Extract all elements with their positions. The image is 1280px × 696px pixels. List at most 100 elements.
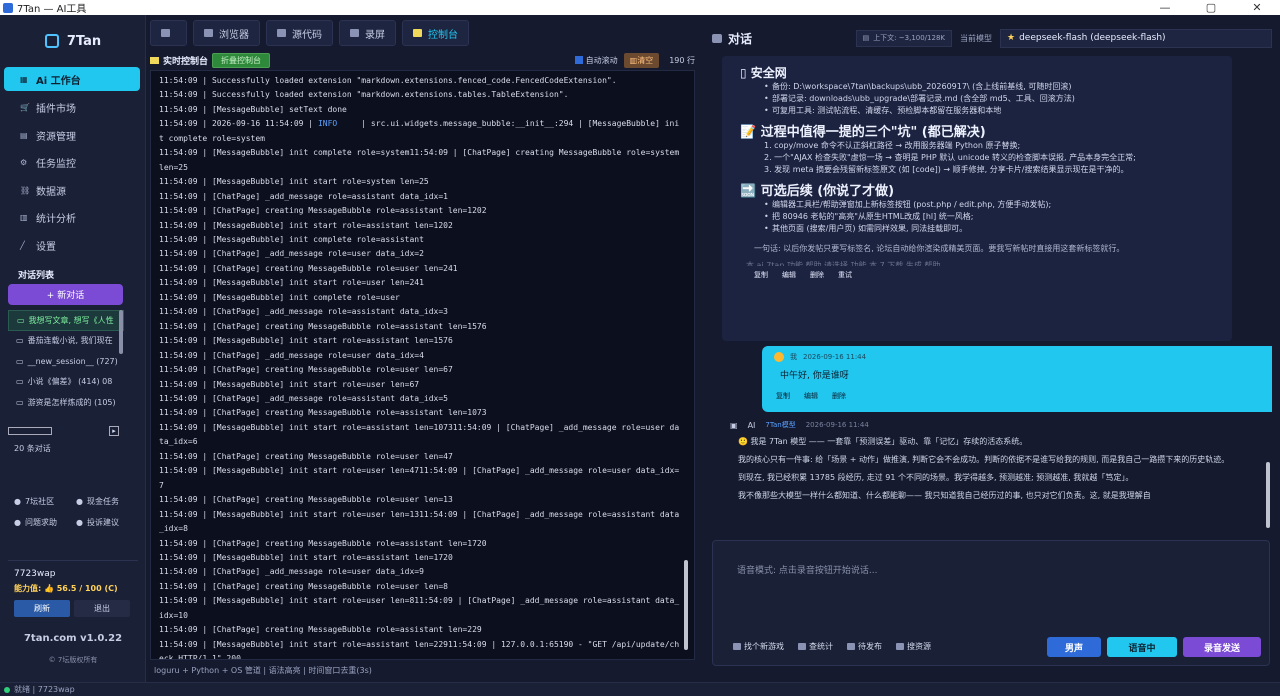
workbench-icon: ▦ xyxy=(20,74,28,84)
conversation-scrollbar[interactable] xyxy=(119,310,123,354)
nav-item-task-monitor[interactable]: ⚙ 任务监控 xyxy=(4,149,140,177)
conversation-count: 20 条对话 xyxy=(14,444,51,453)
tab-console[interactable]: 控制台 xyxy=(402,20,469,46)
sender-name: 我 xyxy=(790,353,797,361)
nav-item-settings[interactable]: ╱ 设置 xyxy=(4,232,140,260)
tab-panel-toggle[interactable] xyxy=(150,20,187,46)
code-icon xyxy=(277,29,286,37)
user-panel: 7723wap 能力值: 👍 56.5 / 100 (C) 刷新 退出 xyxy=(8,560,138,617)
log-line: 11:54:09 | [ChatPage] creating MessageBu… xyxy=(159,581,448,591)
brand-name: 7Tan xyxy=(66,33,102,49)
message-actions: 复制 编辑 删除 重试 xyxy=(740,270,1224,280)
autoscroll-checkbox[interactable]: 自动滚动 xyxy=(574,55,618,66)
log-line: 11:54:09 | [MessageBubble] init start ro… xyxy=(159,220,453,230)
log-line: 11:54:09 | [MessageBubble] init start ro… xyxy=(159,422,680,447)
new-chat-button[interactable]: + 新对话 xyxy=(8,284,123,305)
link-community[interactable]: ● 7坛社区 xyxy=(14,496,76,507)
console-log[interactable]: 11:54:09 | Successfully loaded extension… xyxy=(150,70,695,660)
link-feedback[interactable]: ● 投诉建议 xyxy=(76,517,138,528)
trash-icon: ▥ xyxy=(629,55,638,65)
nav-label: 资源管理 xyxy=(36,131,76,143)
log-line: 11:54:09 | [MessageBubble] init start ro… xyxy=(159,336,453,346)
conversation-item[interactable]: ▭ 我想写文章, 想写《人性 xyxy=(8,310,124,331)
tab-browser[interactable]: 浏览器 xyxy=(193,20,260,46)
community-icon: ● xyxy=(14,497,21,506)
fold-console-button[interactable]: 折叠控制台 xyxy=(212,52,271,68)
username: 7723wap xyxy=(14,569,56,579)
nav-label: Ai 工作台 xyxy=(36,75,81,87)
tool-search-resource[interactable]: 搜资源 xyxy=(896,641,931,652)
robot-icon xyxy=(44,34,59,48)
message-text: 中午好, 你是谁呀 xyxy=(780,371,849,381)
globe-icon xyxy=(204,29,213,37)
conversation-item[interactable]: ▭ 小说《偏差》 (414) 08 xyxy=(8,372,124,393)
copy-button[interactable]: 复制 xyxy=(754,270,768,280)
close-button[interactable]: ✕ xyxy=(1234,1,1280,14)
scroll-right-icon[interactable]: ▸ xyxy=(109,426,119,436)
link-cash-task[interactable]: ● 现金任务 xyxy=(76,496,138,507)
delete-button[interactable]: 删除 xyxy=(810,270,824,280)
chat-bubble-icon: ▭ xyxy=(16,397,24,407)
link-help[interactable]: ● 问题求助 xyxy=(14,517,76,528)
chat-scrollbar[interactable] xyxy=(1266,462,1270,528)
help-icon: ● xyxy=(14,518,21,527)
log-line: 11:54:09 | [ChatPage] creating MessageBu… xyxy=(159,538,487,548)
male-voice-button[interactable]: 男声 xyxy=(1047,637,1101,657)
console-title: 实时控制台 xyxy=(150,54,208,67)
star-icon: ★ xyxy=(1007,33,1016,43)
list-item: 把 80946 老帖的"高亮"从原生HTML改成 [hl] 统一风格; xyxy=(740,211,1224,223)
record-send-button[interactable]: 录音发送 xyxy=(1183,637,1261,657)
voice-mode-button[interactable]: 语音中 xyxy=(1107,637,1177,657)
console-scrollbar[interactable] xyxy=(684,560,688,650)
nav-item-resource-manager[interactable]: ▤ 资源管理 xyxy=(4,122,140,150)
model-label: 当前模型 xyxy=(960,33,992,43)
log-line: 11:54:09 | [ChatPage] _add_message role=… xyxy=(159,307,448,317)
nav-label: 统计分析 xyxy=(36,214,76,226)
coin-icon: ● xyxy=(76,497,83,506)
conversation-list: ▭ 我想写文章, 想写《人性 ▭ 番茄连载小说, 我们现在 ▭ __new_sessi… xyxy=(8,310,124,413)
maximize-button[interactable]: ▢ xyxy=(1188,1,1234,14)
nav-item-ai-workbench[interactable]: ▦ Ai 工作台 xyxy=(4,67,140,91)
log-line: 11:54:09 | [ChatPage] _add_message role=… xyxy=(159,350,424,360)
chat-messages[interactable]: ▯ 安全网 备份: D:\workspace\7tan\backups\ubb_… xyxy=(712,56,1272,536)
conversation-item[interactable]: ▭ 番茄连载小说, 我们现在 xyxy=(8,331,124,352)
tab-screen-record[interactable]: 录屏 xyxy=(339,20,396,46)
edit-button[interactable]: 编辑 xyxy=(782,270,796,280)
chart-icon: ▥ xyxy=(20,213,28,223)
minimize-button[interactable]: — xyxy=(1142,1,1188,14)
tool-find-game[interactable]: 找个新游戏 xyxy=(733,641,784,652)
nav-item-data-source[interactable]: ⛓ 数据源 xyxy=(4,177,140,205)
log-line: 11:54:09 | [ChatPage] _add_message role=… xyxy=(159,567,424,577)
chat-bubble-icon: ▭ xyxy=(16,377,24,387)
log-line: 11:54:09 | [MessageBubble] init start ro… xyxy=(159,278,424,288)
message-meta: 我 2026-09-16 11:44 xyxy=(774,352,1272,362)
refresh-button[interactable]: 刷新 xyxy=(14,600,70,617)
model-select[interactable]: ★ deepseek-flash (deepseek-flash) xyxy=(1000,28,1272,48)
record-icon xyxy=(350,29,359,37)
list-item: 其他页面 (搜索/用户页) 如需同样效果, 同法挂载即可。 xyxy=(740,223,1224,235)
conversation-hscrollbar[interactable] xyxy=(8,427,52,435)
copy-button[interactable]: 复制 xyxy=(776,391,790,401)
log-line: 11:54:09 | [ChatPage] creating MessageBu… xyxy=(159,625,482,635)
chat-input-area[interactable]: 语音模式: 点击录音按钮开始说话... 找个新游戏 查统计 待发布 搜资源 男声… xyxy=(712,540,1270,666)
status-dot-icon xyxy=(4,686,10,693)
context-icon: ▤ xyxy=(862,34,870,42)
nav-item-statistics[interactable]: ▥ 统计分析 xyxy=(4,204,140,232)
conversation-list-title: 对话列表 xyxy=(18,271,55,281)
clear-console-button[interactable]: ▥ 清空 xyxy=(623,52,660,68)
tool-pending[interactable]: 待发布 xyxy=(847,641,882,652)
logout-button[interactable]: 退出 xyxy=(74,600,130,617)
status-text: 就绪 | 7723wap xyxy=(14,685,75,694)
user-message: 我 2026-09-16 11:44 中午好, 你是谁呀 复制 编辑 删除 xyxy=(762,346,1272,412)
nav-item-plugin-market[interactable]: 🛒 插件市场 xyxy=(4,94,140,122)
tool-stats[interactable]: 查统计 xyxy=(798,641,833,652)
app-logo-icon xyxy=(3,2,13,13)
assistant-message: ▯ 安全网 备份: D:\workspace\7tan\backups\ubb_… xyxy=(722,56,1232,341)
tab-source-code[interactable]: 源代码 xyxy=(266,20,333,46)
conversation-item[interactable]: ▭ __new_session__ (727) xyxy=(8,351,124,372)
retry-button[interactable]: 重试 xyxy=(838,270,852,280)
edit-button[interactable]: 编辑 xyxy=(804,391,818,401)
message-meta: ▣ AI 7Tan模型 2026-09-16 11:44 xyxy=(730,420,1262,430)
conversation-item[interactable]: ▭ 游资是怎样炼成的 (105) xyxy=(8,392,124,413)
delete-button[interactable]: 删除 xyxy=(832,391,846,401)
